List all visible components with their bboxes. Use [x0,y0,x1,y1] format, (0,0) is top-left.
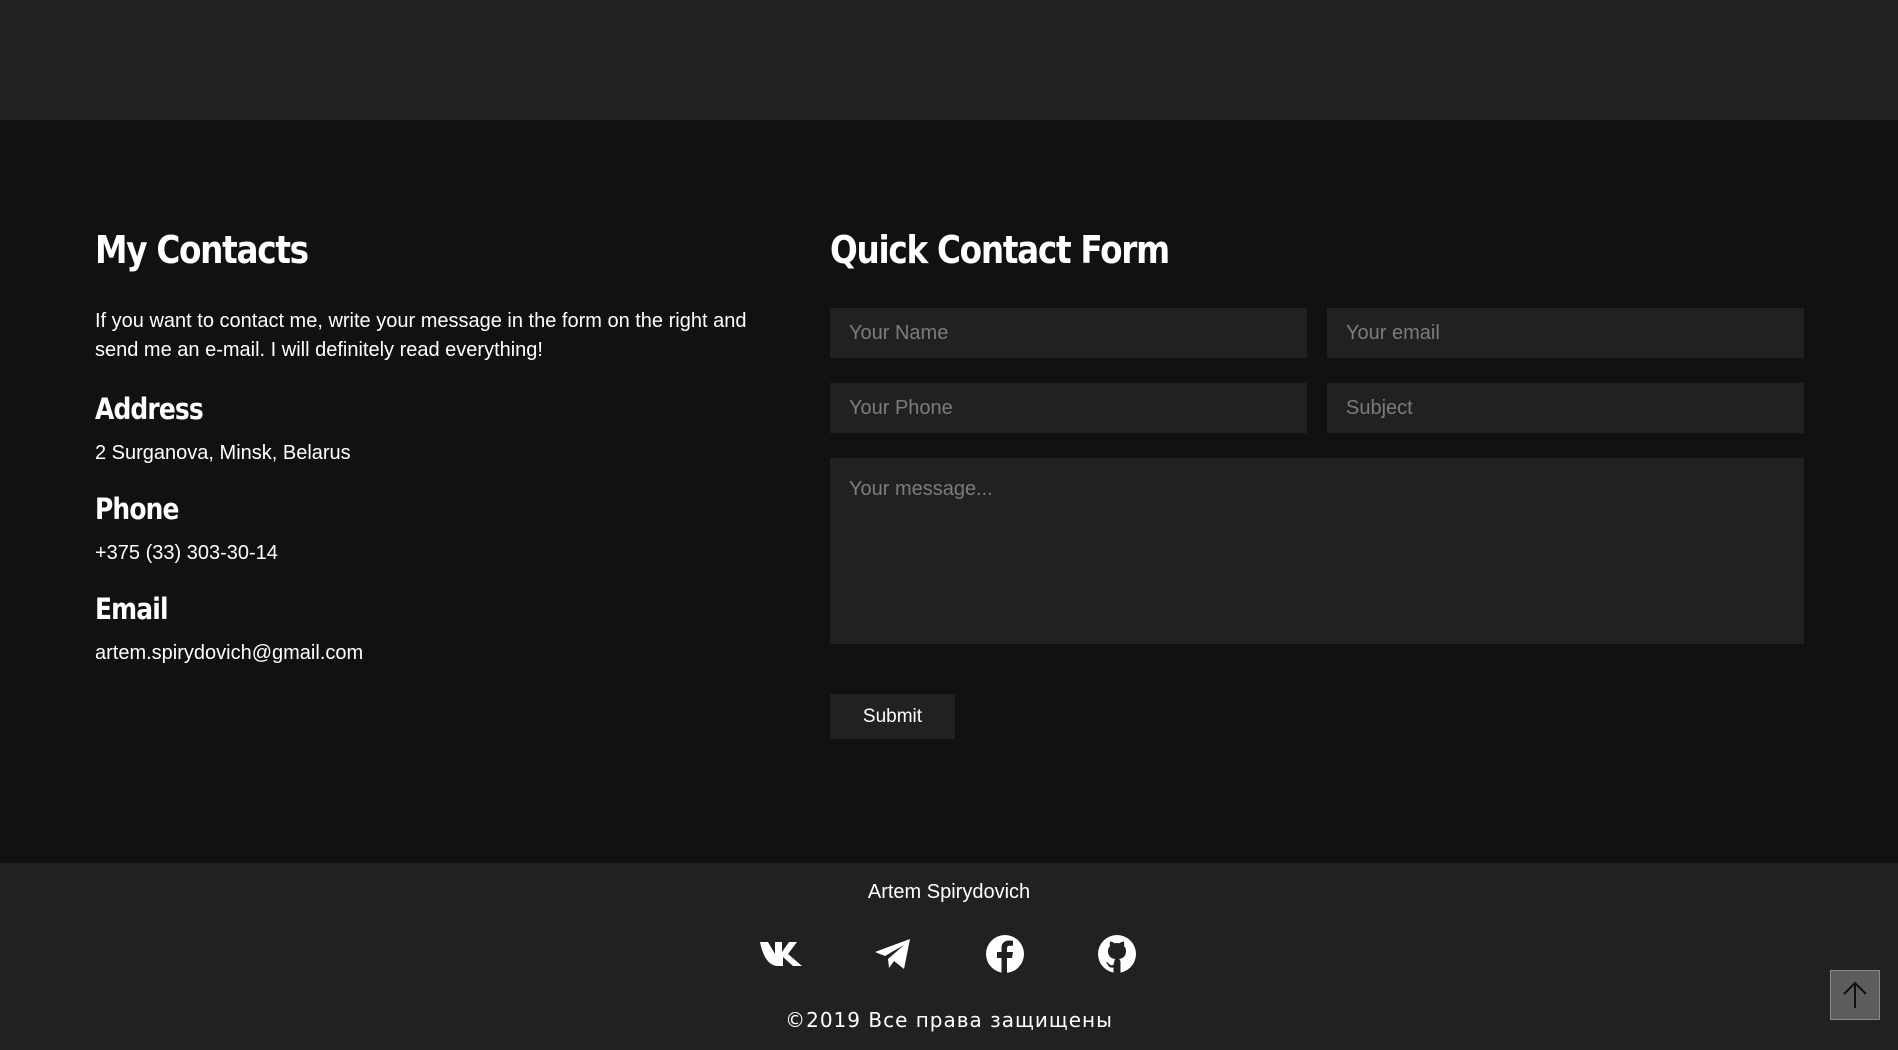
name-input[interactable] [830,308,1307,358]
github-link[interactable] [1095,932,1139,976]
social-links [0,932,1898,976]
github-icon [1098,935,1136,973]
quick-contact-form-title: Quick Contact Form [830,228,1170,272]
subject-input[interactable] [1327,383,1804,433]
address-text: 2 Surganova, Minsk, Belarus [95,442,351,464]
vk-link[interactable] [759,932,803,976]
footer-author-name: Artem Spirydovich [867,881,1031,903]
my-contacts-title: My Contacts [95,228,309,272]
phone-input[interactable] [830,383,1307,433]
contacts-intro-text: If you want to contact me, write your me… [95,310,747,361]
vk-icon [760,942,802,966]
submit-button[interactable]: Submit [830,694,955,739]
footer: Artem Spirydovich ©2019 Все права защище [0,863,1898,1050]
facebook-link[interactable] [983,932,1027,976]
phone-text: +375 (33) 303-30-14 [95,542,278,564]
my-contacts-column: My Contacts If you want to contact me, w… [95,231,755,665]
email-input[interactable] [1327,308,1804,358]
facebook-icon [986,935,1024,973]
address-heading: Address [95,392,204,426]
telegram-link[interactable] [871,932,915,976]
telegram-icon [875,939,910,969]
previous-section-strip [0,0,1898,120]
scroll-to-top-button[interactable] [1830,970,1880,1020]
form-fields-grid [830,308,1804,433]
message-textarea[interactable] [830,458,1804,644]
contacts-section: My Contacts If you want to contact me, w… [0,120,1898,863]
copyright-text: ©2019 Все права защищены [785,1008,1113,1032]
quick-contact-form-column: Quick Contact Form Submit [830,231,1804,739]
email-text: artem.spirydovich@gmail.com [95,642,364,664]
arrow-up-icon [1843,981,1867,1008]
quick-contact-form: Submit [830,308,1804,739]
email-heading: Email [95,592,169,626]
phone-heading: Phone [95,492,179,526]
